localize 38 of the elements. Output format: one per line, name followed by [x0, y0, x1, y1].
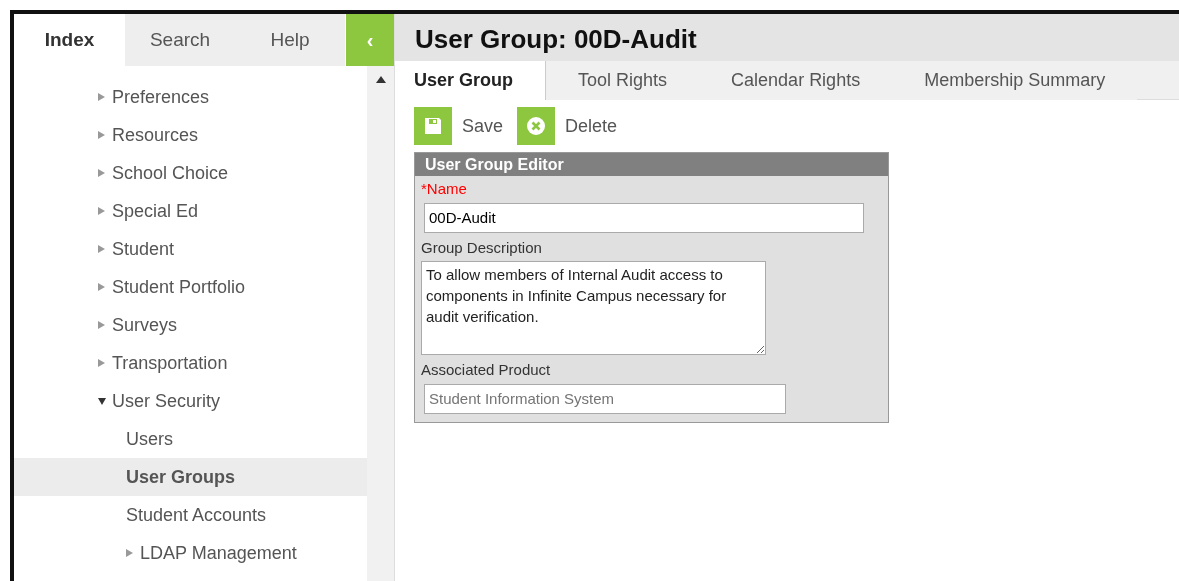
collapsed-arrow-icon [98, 283, 105, 291]
collapsed-arrow-icon [98, 359, 105, 367]
description-field[interactable]: To allow members of Internal Audit access to components in Infinite Campus necessary for audit verification. [421, 261, 766, 355]
collapsed-arrow-icon [98, 207, 105, 215]
expanded-arrow-icon [98, 397, 106, 405]
collapsed-arrow-icon [126, 549, 133, 557]
tree-item[interactable]: Student Portfolio [14, 268, 367, 306]
collapsed-arrow-icon [98, 245, 105, 253]
tree-item[interactable]: Student Accounts [14, 496, 367, 534]
product-field[interactable]: Student Information System [424, 383, 786, 414]
tree-item[interactable]: User Security [14, 382, 367, 420]
tree-item[interactable]: Transportation [14, 344, 367, 382]
tree-item[interactable]: Users [14, 420, 367, 458]
content-tab[interactable]: User Group [395, 61, 547, 100]
tree-item[interactable]: User Groups [14, 458, 367, 496]
tree-item[interactable]: Special Ed [14, 192, 367, 230]
collapsed-arrow-icon [98, 93, 105, 101]
field-label: Associated Product [421, 360, 552, 380]
panel-title: User Group Editor [415, 153, 888, 176]
collapsed-arrow-icon [98, 169, 105, 177]
name-field[interactable]: 00D-Audit [424, 202, 864, 233]
tree-item[interactable]: LDAP Management [14, 534, 367, 572]
sidebar-tab[interactable]: Help [235, 14, 345, 66]
delete-button[interactable]: Delete [517, 107, 618, 145]
tree-item[interactable]: Surveys [14, 306, 367, 344]
save-button[interactable]: Save [414, 107, 504, 145]
tree-item[interactable]: Resources [14, 116, 367, 154]
tree-item[interactable]: Preferences [14, 78, 367, 116]
scroll-up-icon[interactable] [375, 76, 386, 83]
page-title: User Group: 00D-Audit [395, 14, 1179, 61]
close-circle-icon [526, 116, 547, 136]
field-label: *Name [421, 179, 468, 199]
sidebar-tab[interactable]: Search [125, 14, 235, 66]
tree-item[interactable]: Student [14, 230, 367, 268]
field-label: Group Description [421, 237, 543, 258]
tree-item[interactable]: School Choice [14, 154, 367, 192]
collapsed-arrow-icon [98, 131, 105, 139]
collapsed-arrow-icon [98, 321, 105, 329]
